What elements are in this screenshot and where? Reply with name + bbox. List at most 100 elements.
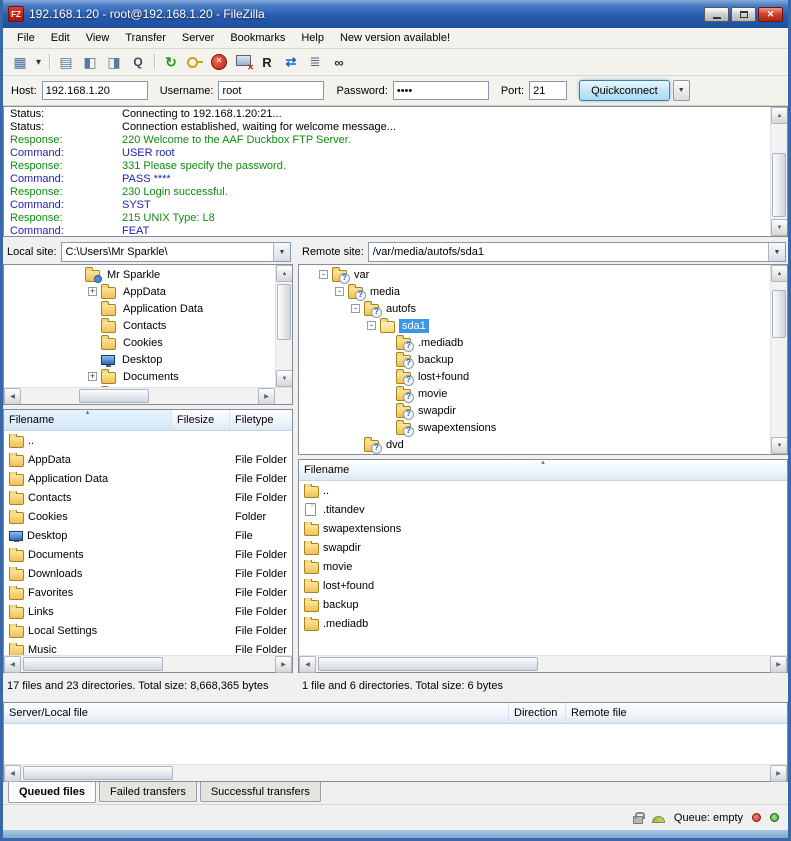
scroll-up-icon[interactable]: ▲ <box>276 265 293 282</box>
file-row[interactable]: Local Settings File Folder <box>4 621 292 640</box>
toggle-local-tree-button[interactable] <box>78 51 102 73</box>
title-bar[interactable]: FZ 192.168.1.20 - root@192.168.1.20 - Fi… <box>3 0 788 28</box>
tree-item[interactable]: backup <box>299 351 770 368</box>
scroll-right-icon[interactable]: ▶ <box>275 656 292 673</box>
scrollbar-track[interactable] <box>21 388 258 404</box>
refresh-button[interactable] <box>159 51 183 73</box>
tree-expander-icon[interactable] <box>383 338 392 347</box>
tree-item[interactable]: Cookies <box>4 334 275 351</box>
scroll-up-icon[interactable]: ▲ <box>771 265 788 282</box>
find-button[interactable] <box>327 51 351 73</box>
file-row[interactable]: lost+found <box>299 576 787 595</box>
local-tree-vscrollbar[interactable]: ▲ ▼ <box>275 265 292 387</box>
file-row[interactable]: Application Data File Folder <box>4 469 292 488</box>
tree-expander-icon[interactable] <box>383 423 392 432</box>
remote-list-hscrollbar[interactable]: ◀ ▶ <box>299 655 787 672</box>
scrollbar-thumb[interactable] <box>277 284 291 340</box>
cancel-button[interactable] <box>207 51 231 73</box>
file-row[interactable]: Cookies Folder <box>4 507 292 526</box>
tree-item[interactable]: lost+found <box>299 368 770 385</box>
column-header-server-local-file[interactable]: Server/Local file <box>4 703 509 723</box>
menu-view[interactable]: View <box>78 30 118 46</box>
column-header-filename[interactable]: Filename ▴ <box>299 460 787 480</box>
close-button[interactable]: ✕ <box>758 7 783 22</box>
scrollbar-track[interactable] <box>276 282 292 370</box>
local-tree-hscrollbar[interactable]: ◀ ▶ <box>4 387 292 404</box>
file-row[interactable]: Downloads File Folder <box>4 564 292 583</box>
tree-expander-icon[interactable] <box>383 406 392 415</box>
file-row[interactable]: Desktop File <box>4 526 292 545</box>
file-row[interactable]: Favorites File Folder <box>4 583 292 602</box>
scrollbar-thumb[interactable] <box>79 389 149 403</box>
toggle-queue-button[interactable] <box>126 51 150 73</box>
tree-expander-icon[interactable] <box>88 304 97 313</box>
menu-edit[interactable]: Edit <box>43 30 78 46</box>
tree-expander-icon[interactable]: + <box>88 287 97 296</box>
scrollbar-thumb[interactable] <box>318 657 538 671</box>
chevron-down-icon[interactable]: ▼ <box>273 243 290 261</box>
scrollbar-track[interactable] <box>771 124 787 219</box>
chevron-down-icon[interactable]: ▼ <box>768 243 785 261</box>
file-row[interactable]: movie <box>299 557 787 576</box>
tree-expander-icon[interactable]: + <box>88 372 97 381</box>
tree-expander-icon[interactable] <box>88 321 97 330</box>
scroll-down-icon[interactable]: ▼ <box>771 437 788 454</box>
menu-transfer[interactable]: Transfer <box>117 30 174 46</box>
file-row[interactable]: swapdir <box>299 538 787 557</box>
tree-expander-icon[interactable]: - <box>319 270 328 279</box>
remote-tree-vscrollbar[interactable]: ▲ ▼ <box>770 265 787 454</box>
file-row[interactable]: AppData File Folder <box>4 450 292 469</box>
file-row[interactable]: Links File Folder <box>4 602 292 621</box>
scroll-left-icon[interactable]: ◀ <box>4 765 21 782</box>
queue-hscrollbar[interactable]: ◀ ▶ <box>4 764 787 781</box>
reconnect-button[interactable] <box>255 51 279 73</box>
toggle-message-log-button[interactable] <box>54 51 78 73</box>
menu-server[interactable]: Server <box>174 30 222 46</box>
tree-item[interactable]: dvd <box>299 436 770 453</box>
file-row[interactable]: .. <box>4 431 292 450</box>
tab-failed-transfers[interactable]: Failed transfers <box>99 782 197 802</box>
scrollbar-thumb[interactable] <box>23 657 163 671</box>
file-row[interactable]: .titandev <box>299 500 787 519</box>
compare-button[interactable] <box>279 51 303 73</box>
tree-expander-icon[interactable] <box>383 389 392 398</box>
maximize-button[interactable] <box>731 7 756 22</box>
scrollbar-thumb[interactable] <box>772 153 786 217</box>
menu-file[interactable]: File <box>9 30 43 46</box>
tree-item[interactable]: swapdir <box>299 402 770 419</box>
scroll-left-icon[interactable]: ◀ <box>4 388 21 405</box>
scrollbar-track[interactable] <box>21 656 275 672</box>
scroll-right-icon[interactable]: ▶ <box>770 765 787 782</box>
quickconnect-button[interactable]: Quickconnect <box>579 80 670 101</box>
tree-item[interactable]: Contacts <box>4 317 275 334</box>
scrollbar-track[interactable] <box>21 765 770 781</box>
remote-site-combobox[interactable]: /var/media/autofs/sda1 ▼ <box>368 242 786 262</box>
scroll-down-icon[interactable]: ▼ <box>771 219 788 236</box>
tree-item[interactable]: .mediadb <box>299 334 770 351</box>
minimize-button[interactable] <box>704 7 729 22</box>
scrollbar-track[interactable] <box>316 656 770 672</box>
column-header-remote-file[interactable]: Remote file <box>566 703 787 723</box>
tab-successful-transfers[interactable]: Successful transfers <box>200 782 321 802</box>
file-row[interactable]: Documents File Folder <box>4 545 292 564</box>
local-site-combobox[interactable]: C:\Users\Mr Sparkle\ ▼ <box>61 242 291 262</box>
log-scrollbar[interactable]: ▲ ▼ <box>770 107 787 236</box>
scroll-down-icon[interactable]: ▼ <box>276 370 293 387</box>
sync-browsing-button[interactable] <box>303 51 327 73</box>
tree-expander-icon[interactable]: - <box>335 287 344 296</box>
quickconnect-dropdown[interactable]: ▼ <box>673 80 690 101</box>
tree-item[interactable]: + AppData <box>4 283 275 300</box>
scrollbar-thumb[interactable] <box>772 290 786 338</box>
column-header-direction[interactable]: Direction <box>509 703 566 723</box>
process-queue-button[interactable] <box>183 51 207 73</box>
file-row[interactable]: .. <box>299 481 787 500</box>
file-row[interactable]: Music File Folder <box>4 640 292 655</box>
tree-expander-icon[interactable]: - <box>367 321 376 330</box>
file-row[interactable]: swapextensions <box>299 519 787 538</box>
tree-item[interactable]: Mr Sparkle <box>4 266 275 283</box>
tree-item[interactable]: Desktop <box>4 351 275 368</box>
toggle-remote-tree-button[interactable] <box>102 51 126 73</box>
menu-new-version[interactable]: New version available! <box>332 30 458 46</box>
scrollbar-track[interactable] <box>771 282 787 437</box>
tree-expander-icon[interactable] <box>72 270 81 279</box>
